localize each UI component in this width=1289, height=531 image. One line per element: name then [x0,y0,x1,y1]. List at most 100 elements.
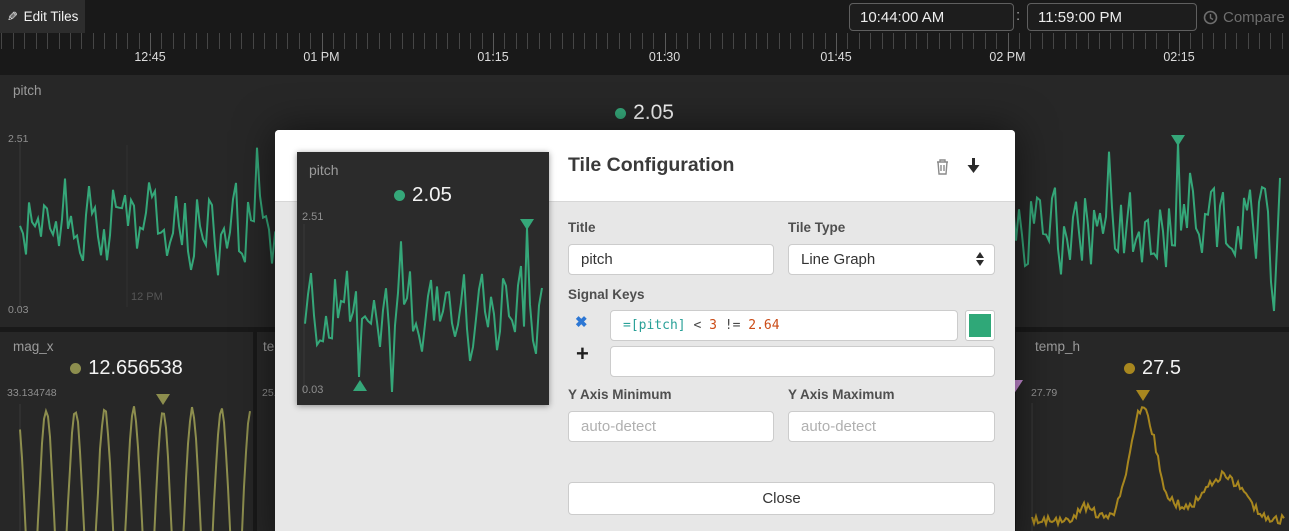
ruler-tick [390,33,391,49]
download-arrow-icon[interactable] [965,157,982,175]
expression-token: != [717,318,748,333]
ruler-tick [310,33,311,49]
ruler-tick [653,33,654,49]
clock-icon [1203,10,1218,25]
ruler-tick [470,33,471,49]
ruler-tick [1030,33,1031,49]
ruler-tick [996,33,997,49]
ruler-tick [116,33,117,49]
ruler-time-label: 01 PM [303,50,339,64]
ruler-tick [127,33,128,49]
ruler-tick [584,33,585,49]
close-button[interactable]: Close [568,482,995,515]
current-value: 12.656538 [0,357,253,380]
ruler-tick [1019,33,1020,49]
remove-signal-icon[interactable]: ✖ [575,313,588,331]
ruler-tick [870,33,871,49]
end-time-input[interactable] [1027,3,1197,31]
edit-tiles-button[interactable]: ✎ Edit Tiles [0,0,85,33]
ruler-tick [767,33,768,49]
ruler-tick [459,33,460,49]
dashboard: ✎ Edit Tiles : Compare 12:4501 PM01:1501… [0,0,1289,531]
ruler-tick [264,33,265,49]
start-time-input[interactable] [849,3,1014,31]
tile-title: pitch [309,162,339,178]
ruler-tick [1190,33,1191,49]
ruler-tick [562,33,563,49]
ruler-tick [1076,33,1077,49]
ruler-tick [813,33,814,49]
ruler-tick [573,33,574,49]
ruler-tick [756,33,757,49]
tile-type-select[interactable]: Line Graph [788,244,995,275]
ruler-tick [527,33,528,49]
ruler-tick [207,33,208,49]
ruler-tick [173,33,174,49]
ruler-tick [184,33,185,49]
new-signal-key-input[interactable] [610,346,995,377]
ruler-tick [1145,33,1146,49]
ruler-tick [13,33,14,49]
y-min-label: 0.03 [8,304,28,316]
ruler-tick [927,33,928,49]
ruler-tick [710,33,711,49]
ruler-tick [253,33,254,49]
y-axis-max-label: Y Axis Maximum [788,387,895,402]
tile-type-value: Line Graph [801,251,875,268]
ruler-tick [482,33,483,49]
compare-button[interactable]: Compare [1203,6,1285,28]
tile-te-partial[interactable]: te 25. [257,332,275,531]
ruler-tick [733,33,734,49]
ruler-tick [962,33,963,49]
y-axis-min-input[interactable] [568,411,774,442]
ruler-tick [276,33,277,49]
ruler-tick [973,33,974,49]
ruler-time-label: 02 PM [989,50,1025,64]
ruler-tick [81,33,82,49]
ruler-tick [356,33,357,49]
ruler-time-label: 02:15 [1163,50,1194,64]
tile-preview: pitch 2.05 2.51 0.03 [297,152,549,405]
ruler-time-label: 01:30 [649,50,680,64]
ruler-tick [93,33,94,49]
current-value: 2.05 [297,183,549,207]
signal-color-swatch[interactable] [965,310,995,341]
ruler-tick [882,33,883,49]
tile-title: temp_h [1035,339,1080,354]
tile-mag-x[interactable]: mag_x 12.656538 33.134748 [0,332,253,531]
gridline-time-label: 12 PM [131,291,163,303]
y-axis-max-input[interactable] [788,411,995,442]
ruler-tick [950,33,951,49]
tile-title: mag_x [13,339,54,354]
expression-token: 2.64 [748,318,779,333]
ruler-tick [745,33,746,49]
ruler-tick [413,33,414,49]
ruler-time-label: 12:45 [134,50,165,64]
ruler-tick [70,33,71,49]
select-arrows-icon [976,252,984,266]
y-max-label: 2.51 [302,211,323,223]
ruler-tick [59,33,60,49]
trash-icon[interactable] [934,157,951,176]
pencil-icon: ✎ [7,9,18,25]
tile-temp-h[interactable]: temp_h 27.5 27.79 [1016,332,1289,531]
title-input[interactable] [568,244,774,275]
ruler-time-label: 01:15 [477,50,508,64]
ruler-tick [367,33,368,49]
ruler-tick [859,33,860,49]
ruler-tick [299,33,300,49]
ruler-tick [825,33,826,49]
ruler-tick [1236,33,1237,49]
ruler-tick [1282,33,1283,49]
signal-color-swatch-inner [969,314,991,337]
signal-key-expression-input[interactable]: =[pitch] < 3 != 2.64 [610,310,958,341]
ruler-tick [1042,33,1043,49]
ruler-tick [24,33,25,49]
timeline-ruler[interactable]: 12:4501 PM01:1501:3001:4502 PM02:15 [0,33,1289,75]
value-dot [615,108,626,119]
ruler-tick [47,33,48,49]
add-signal-icon[interactable]: + [576,343,589,365]
ruler-tick [847,33,848,49]
ruler-tick [161,33,162,49]
ruler-tick [1168,33,1169,49]
